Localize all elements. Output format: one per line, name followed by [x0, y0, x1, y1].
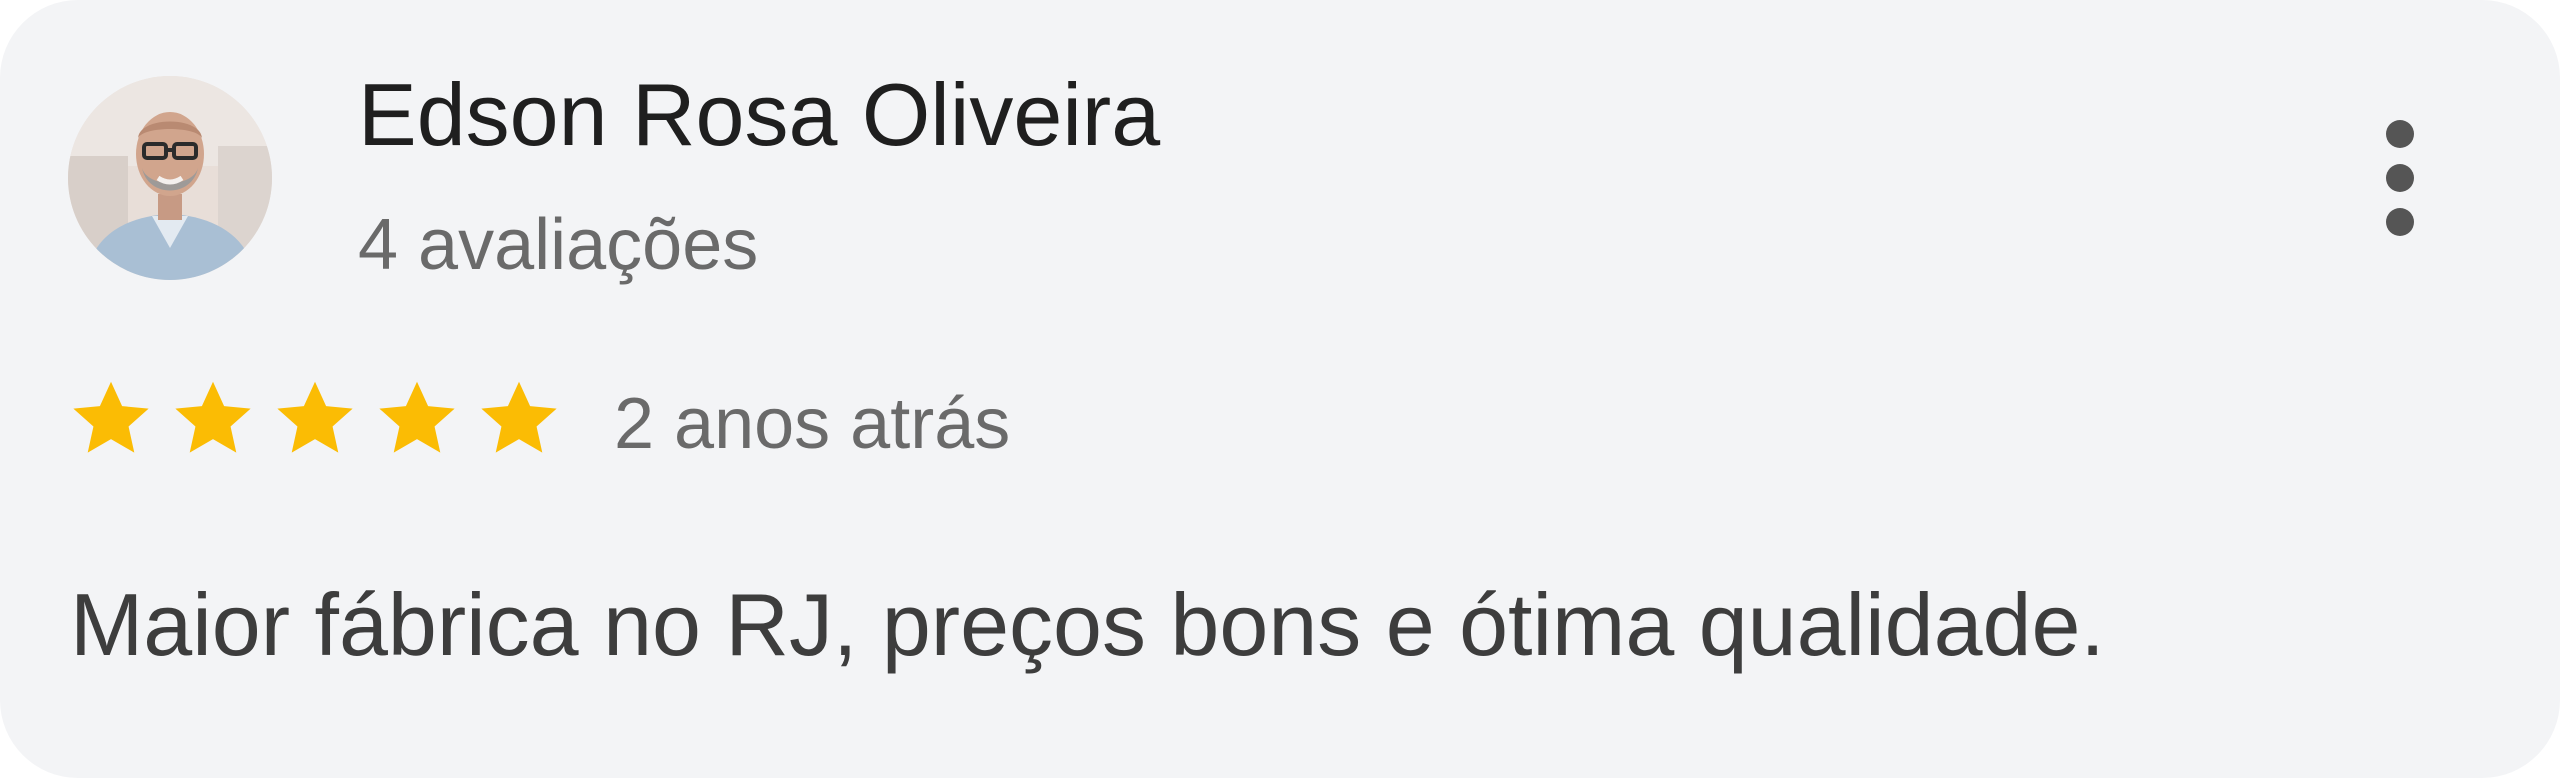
review-card: Edson Rosa Oliveira 4 avaliações 2 anos … [0, 0, 2560, 778]
reviewer-avatar[interactable] [68, 76, 272, 280]
star-icon [175, 381, 251, 453]
star-icon [277, 381, 353, 453]
more-options-button[interactable] [2366, 108, 2434, 248]
star-rating [68, 376, 562, 462]
star-icon [481, 381, 557, 453]
star-icon [73, 381, 149, 453]
star-icon [379, 381, 455, 453]
profile-photo-icon [68, 76, 272, 280]
reviewer-name[interactable]: Edson Rosa Oliveira [358, 60, 1160, 170]
review-text: Maior fábrica no RJ, preços bons e ótima… [70, 575, 2105, 674]
reviewer-review-count[interactable]: 4 avaliações [358, 200, 758, 290]
review-date: 2 anos atrás [614, 384, 1011, 464]
